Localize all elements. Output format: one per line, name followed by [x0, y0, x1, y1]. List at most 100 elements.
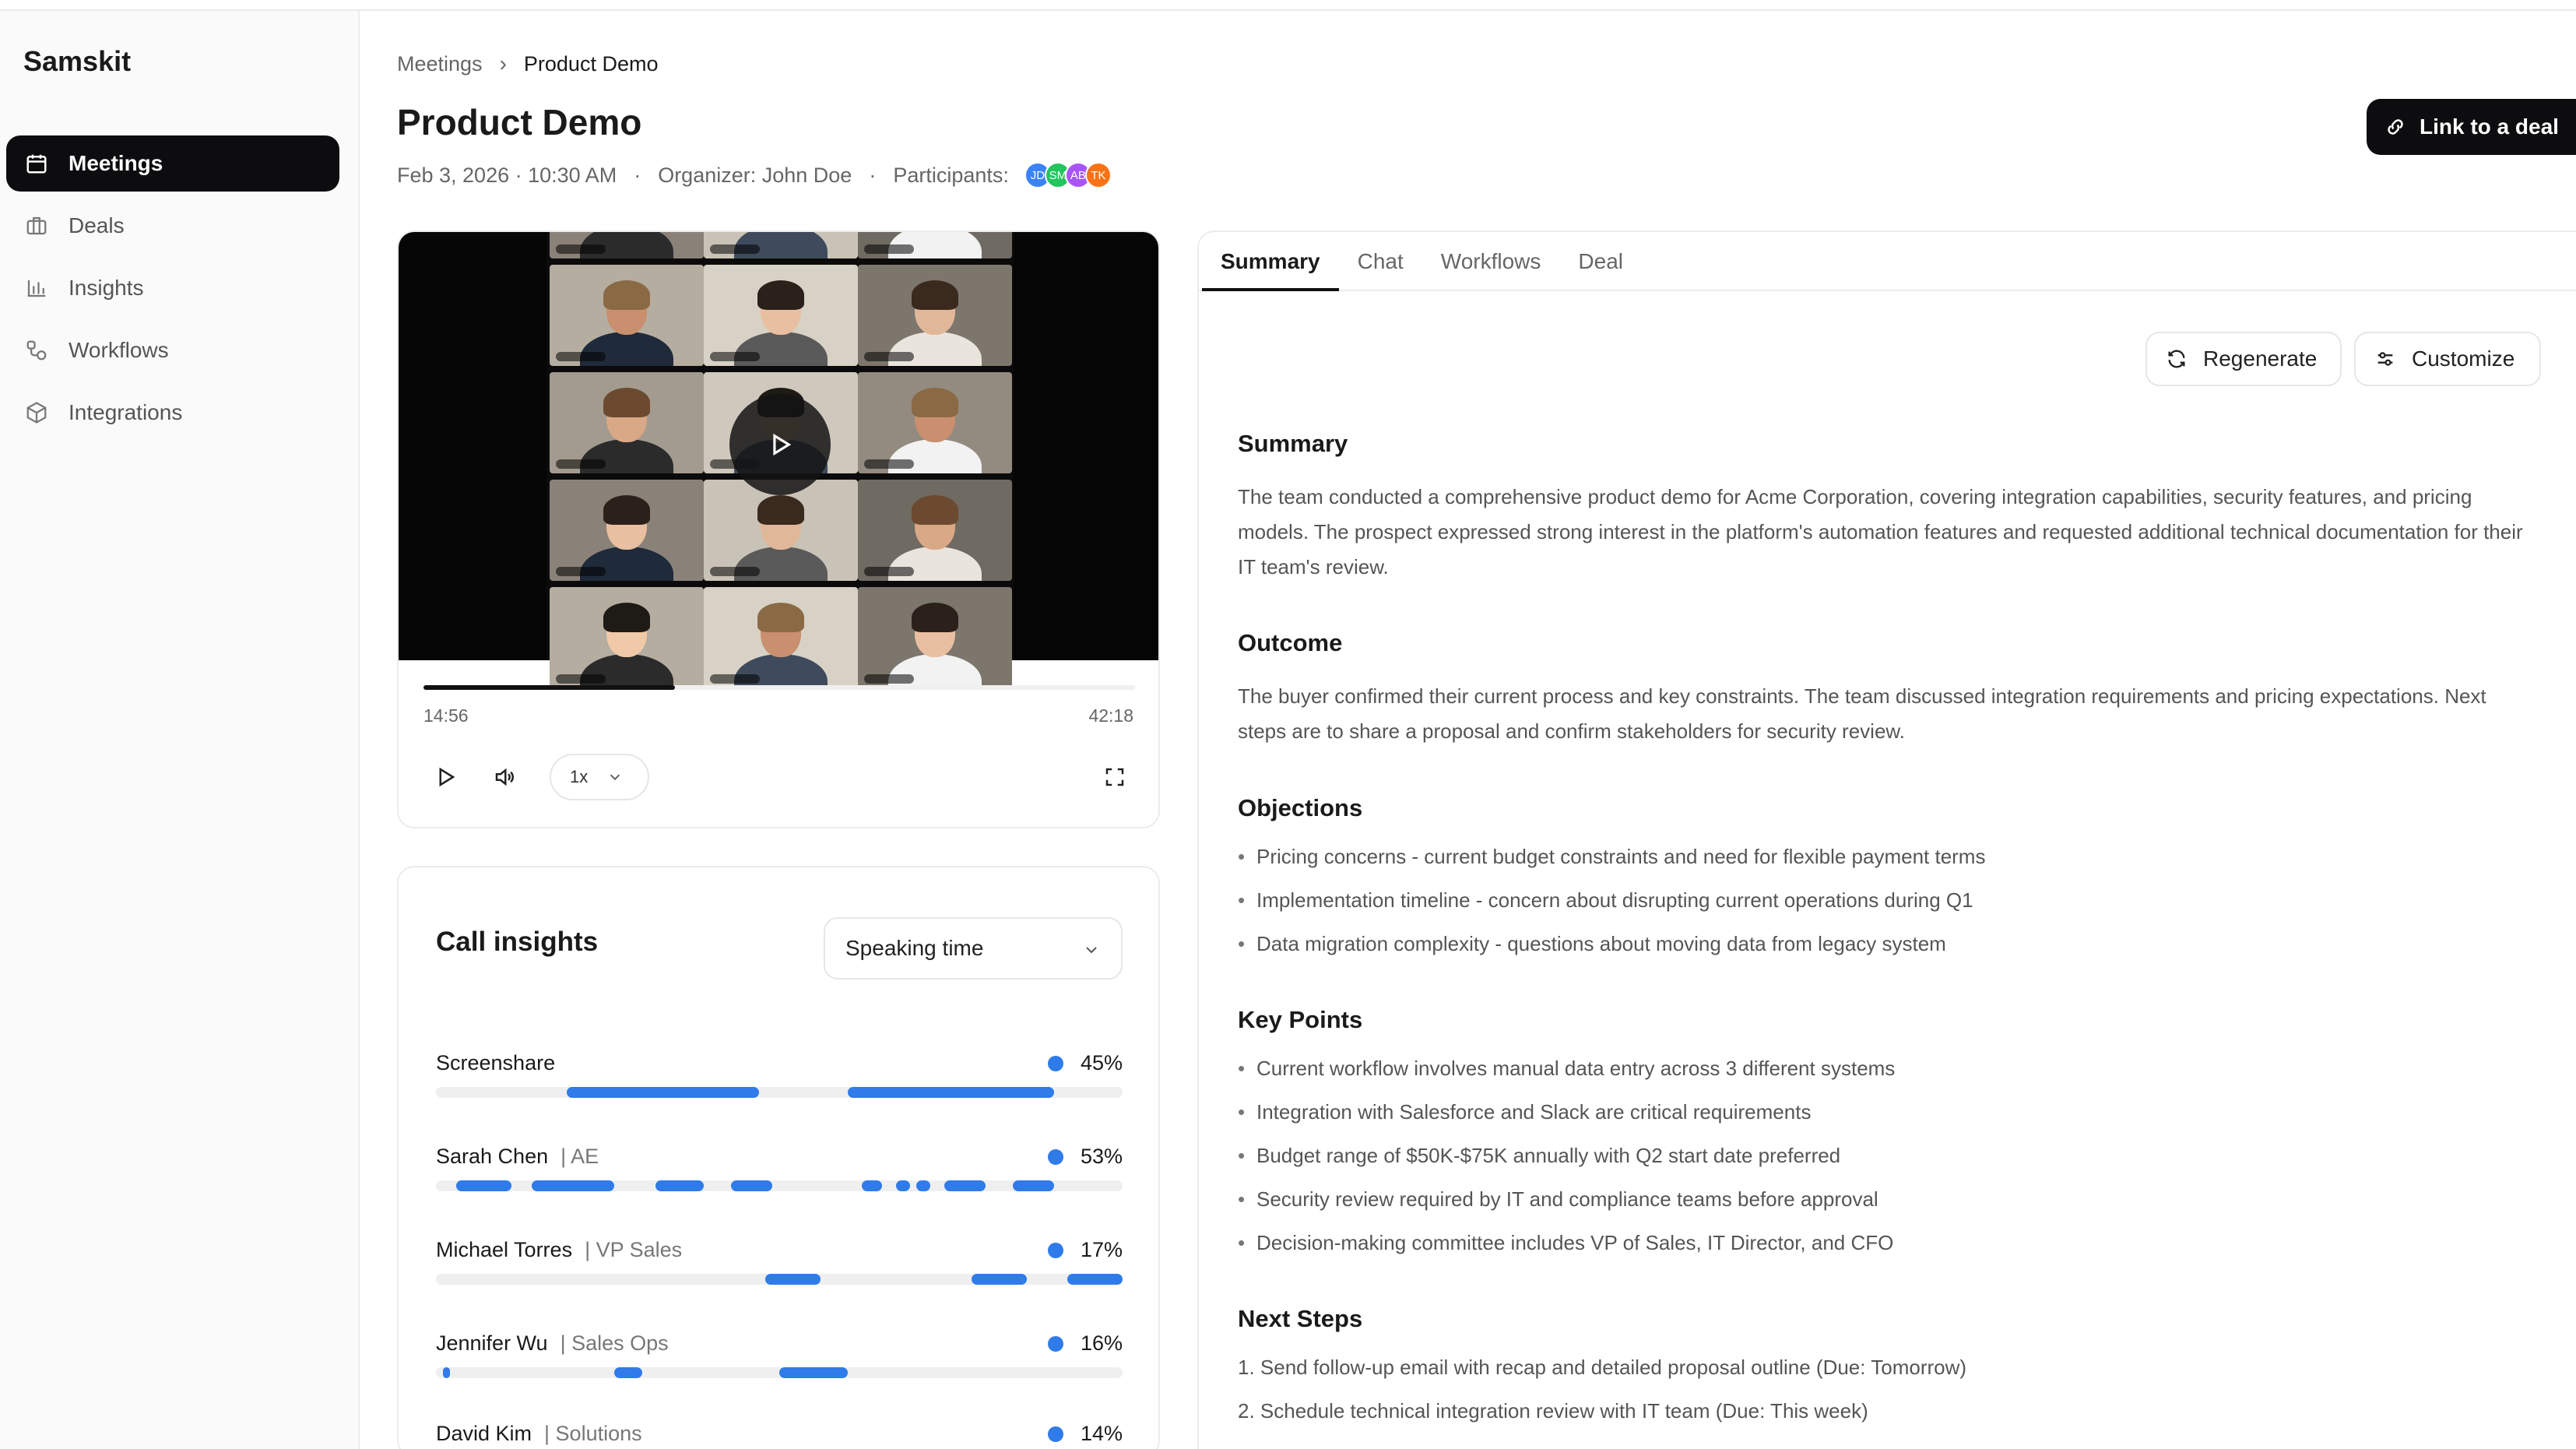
- insights-metric-select[interactable]: Speaking time: [824, 917, 1123, 979]
- breadcrumb-parent[interactable]: Meetings: [397, 52, 483, 76]
- chevron-down-icon: [1086, 947, 1097, 954]
- sidebar-item-meetings[interactable]: Meetings: [6, 135, 339, 192]
- playback-speed-value: 1x: [570, 767, 589, 786]
- sidebar-item-insights[interactable]: Insights: [6, 260, 339, 316]
- speaking-segment[interactable]: [916, 1180, 931, 1191]
- tab-summary[interactable]: Summary: [1202, 232, 1339, 291]
- key-points-heading: Key Points: [1238, 1006, 1363, 1033]
- link-to-deal-label: Link to a deal: [2420, 114, 2559, 139]
- briefcase-icon: [23, 213, 50, 239]
- insights-metric-value: Speaking time: [845, 936, 984, 960]
- list-item: 2. Schedule technical integration review…: [1238, 1399, 1868, 1423]
- speaking-segment[interactable]: [895, 1180, 910, 1191]
- speaker-role: | AE: [561, 1145, 599, 1168]
- fullscreen-button[interactable]: [1091, 754, 1138, 800]
- meeting-organizer: Organizer: John Doe: [658, 163, 852, 187]
- speaking-timeline[interactable]: [436, 1180, 1123, 1191]
- list-item: Data migration complexity - questions ab…: [1238, 922, 2538, 965]
- avatar[interactable]: TK: [1084, 162, 1112, 188]
- speaking-segment[interactable]: [779, 1367, 849, 1378]
- participant-tile: [550, 232, 704, 258]
- speaker-percent-value: 14%: [1080, 1422, 1123, 1445]
- sidebar-item-workflows[interactable]: Workflows: [6, 322, 339, 378]
- speaking-segment[interactable]: [456, 1180, 511, 1191]
- speaking-segment[interactable]: [1067, 1274, 1123, 1285]
- tab-workflows[interactable]: Workflows: [1422, 232, 1560, 291]
- speaker-row[interactable]: Michael Torres | VP Sales 17%: [436, 1238, 1123, 1285]
- link-to-deal-button[interactable]: Link to a deal: [2367, 99, 2576, 155]
- speaking-segment[interactable]: [765, 1274, 821, 1285]
- customize-button[interactable]: Customize: [2354, 332, 2541, 386]
- tab-deal[interactable]: Deal: [1559, 232, 1642, 291]
- speaker-name: Sarah Chen: [436, 1145, 549, 1168]
- sidebar-item-label: Meetings: [69, 151, 163, 175]
- speaker-name: Screenshare: [436, 1051, 556, 1074]
- outcome-heading: Outcome: [1238, 629, 1343, 656]
- speaking-timeline[interactable]: [436, 1274, 1123, 1285]
- video-progress-bar[interactable]: [423, 685, 1135, 690]
- objections-list: Pricing concerns - current budget constr…: [1238, 835, 2538, 965]
- speaker-row[interactable]: Jennifer Wu | Sales Ops 16%: [436, 1331, 1123, 1378]
- meta-separator: ·: [869, 163, 877, 187]
- sidebar-item-integrations[interactable]: Integrations: [6, 385, 339, 441]
- speaker-row[interactable]: Sarah Chen | AE 53%: [436, 1145, 1123, 1191]
- list-item: Decision-making committee includes VP of…: [1238, 1221, 2538, 1264]
- speaking-segment[interactable]: [566, 1087, 759, 1098]
- volume-button[interactable]: [481, 754, 528, 800]
- play-button[interactable]: [422, 754, 469, 800]
- call-insights-title: Call insights: [436, 927, 599, 957]
- participant-tile: [550, 587, 704, 688]
- top-border: [0, 0, 2576, 11]
- meeting-meta: Feb 3, 2026 · 10:30 AM · Organizer: John…: [397, 162, 1112, 188]
- speaking-segment[interactable]: [731, 1180, 773, 1191]
- link-icon: [2388, 119, 2403, 135]
- speaker-role: | Solutions: [544, 1422, 642, 1445]
- box-icon: [23, 399, 50, 426]
- sidebar-nav: Meetings Deals Insights Workflows Integr…: [6, 135, 339, 447]
- video-frame[interactable]: [399, 232, 1158, 688]
- speaking-segment[interactable]: [861, 1180, 883, 1191]
- regenerate-button[interactable]: Regenerate: [2145, 332, 2342, 386]
- speaker-percent: 17%: [1047, 1238, 1123, 1262]
- speaker-percent-value: 53%: [1080, 1145, 1123, 1168]
- speaking-segment[interactable]: [655, 1180, 704, 1191]
- speaker-percent: 45%: [1047, 1051, 1123, 1075]
- volume-icon: [495, 768, 514, 786]
- current-time: 14:56: [423, 705, 469, 726]
- speaking-segment[interactable]: [1012, 1180, 1054, 1191]
- speaker-percent: 14%: [1047, 1422, 1123, 1446]
- chevron-right-icon: ›: [499, 51, 507, 76]
- speaking-segment[interactable]: [944, 1180, 986, 1191]
- tab-chat[interactable]: Chat: [1339, 232, 1422, 291]
- play-overlay-button[interactable]: [729, 394, 831, 495]
- list-item: Budget range of $50K-$75K annually with …: [1238, 1134, 2538, 1177]
- playback-speed-select[interactable]: 1x: [550, 754, 649, 800]
- next-steps-heading: Next Steps: [1238, 1305, 1363, 1332]
- participant-tile: [858, 372, 1012, 473]
- speaking-segment[interactable]: [848, 1087, 1054, 1098]
- speaking-segment[interactable]: [442, 1367, 450, 1378]
- participant-avatars: JD SM AB TK: [1024, 162, 1112, 188]
- speaking-timeline[interactable]: [436, 1087, 1123, 1098]
- speaking-timeline[interactable]: [436, 1367, 1123, 1378]
- panel-tabs: Summary Chat Workflows Deal: [1199, 232, 2576, 291]
- page-title: Product Demo: [397, 102, 642, 142]
- speaker-percent: 16%: [1047, 1331, 1123, 1356]
- speaking-segment[interactable]: [971, 1274, 1027, 1285]
- participant-tile: [550, 372, 704, 473]
- sidebar-item-deals[interactable]: Deals: [6, 198, 339, 254]
- participant-tile: [704, 265, 858, 366]
- speaking-segment[interactable]: [614, 1367, 642, 1378]
- participants-label: Participants:: [893, 163, 1009, 187]
- customize-label: Customize: [2412, 346, 2515, 371]
- speaker-name: Michael Torres: [436, 1238, 573, 1261]
- video-player: 14:56 42:18 1x: [397, 230, 1160, 828]
- legend-dot: [1047, 1055, 1063, 1071]
- play-icon: [439, 767, 455, 787]
- speaker-row[interactable]: Screenshare 45%: [436, 1051, 1123, 1098]
- speaker-row[interactable]: David Kim | Solutions 14%: [436, 1422, 1123, 1446]
- legend-dot: [1047, 1242, 1063, 1258]
- speaking-segment[interactable]: [532, 1180, 615, 1191]
- total-time: 42:18: [1088, 705, 1133, 726]
- sidebar-item-label: Workflows: [69, 338, 169, 362]
